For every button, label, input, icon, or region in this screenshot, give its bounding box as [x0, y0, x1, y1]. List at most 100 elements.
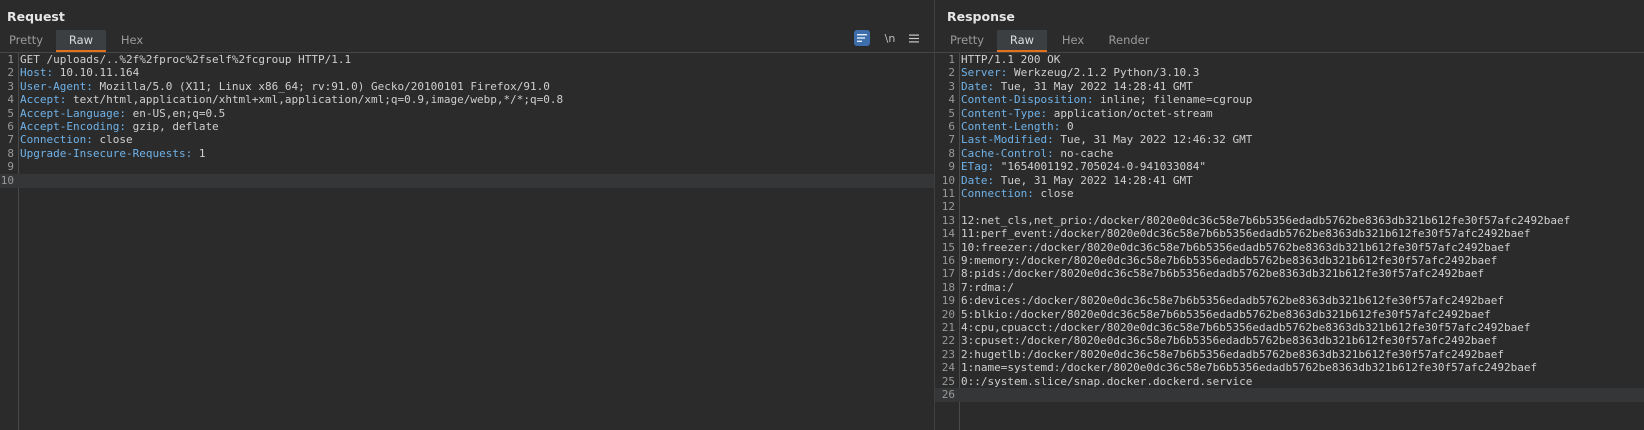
line-text: 12:net_cls,net_prio:/docker/8020e0dc36c5… — [961, 213, 1571, 227]
response-line[interactable]: 20 5:blkio:/docker/8020e0dc36c58e7b6b5356… — [935, 308, 1644, 322]
request-line[interactable]: 3 User-Agent: Mozilla/5.0 (X11; Linux x86… — [0, 80, 934, 94]
header-name: Last-Modified — [961, 133, 1048, 147]
line-text: 7:rdma:/ — [961, 280, 1014, 294]
line-text: 8:pids:/docker/8020e0dc36c58e7b6b5356eda… — [961, 267, 1485, 281]
line-text: 4:cpu,cpuacct:/docker/8020e0dc36c58e7b6b… — [961, 321, 1531, 334]
request-line[interactable]: 7 Connection: close — [0, 133, 934, 147]
line-text: 11:perf_event:/docker/8020e0dc36c58e7b6b… — [961, 227, 1531, 241]
line-text: ETag: "1654001192.705024-0-941033084" — [961, 160, 1206, 174]
wrap-lines-icon[interactable] — [854, 30, 870, 46]
line-number: 1 — [7, 53, 14, 66]
show-newlines-button[interactable]: \n — [880, 30, 900, 46]
response-title: Response — [947, 9, 1015, 24]
response-line[interactable]: 2 Server: Werkzeug/2.1.2 Python/3.10.3 — [935, 66, 1644, 80]
header-colon: : — [86, 79, 93, 93]
response-line[interactable]: 16 9:memory:/docker/8020e0dc36c58e7b6b535… — [935, 254, 1644, 268]
response-line[interactable]: 12 — [935, 200, 1644, 214]
line-text: HTTP/1.1 200 OK — [961, 53, 1061, 66]
response-line[interactable]: 22 3:cpuset:/docker/8020e0dc36c58e7b6b535… — [935, 334, 1644, 348]
header-value: Mozilla/5.0 (X11; Linux x86_64; rv:91.0)… — [92, 79, 550, 93]
header-colon: : — [1047, 146, 1054, 160]
line-text: 9:memory:/docker/8020e0dc36c58e7b6b5356e… — [961, 254, 1498, 267]
header-value: Tue, 31 May 2022 14:28:41 GMT — [994, 79, 1193, 93]
request-tab-hex[interactable]: Hex — [110, 30, 154, 52]
response-tab-render[interactable]: Render — [1099, 30, 1159, 52]
line-number: 26 — [941, 388, 955, 401]
header-value: no-cache — [1053, 146, 1114, 160]
request-line[interactable]: 6 Accept-Encoding: gzip, deflate — [0, 120, 934, 134]
header-name: Connection — [961, 187, 1028, 200]
response-line[interactable]: 17 8:pids:/docker/8020e0dc36c58e7b6b5356e… — [935, 267, 1644, 281]
response-tab-pretty[interactable]: Pretty — [943, 30, 991, 52]
line-text: Content-Disposition: inline; filename=cg… — [961, 93, 1252, 107]
response-line[interactable]: 8 Cache-Control: no-cache — [935, 147, 1644, 161]
response-line[interactable]: 4 Content-Disposition: inline; filename=c… — [935, 93, 1644, 107]
response-line[interactable]: 10 Date: Tue, 31 May 2022 14:28:41 GMT — [935, 174, 1644, 188]
response-line[interactable]: 24 1:name=systemd:/docker/8020e0dc36c58e7… — [935, 361, 1644, 375]
line-text: Accept: text/html,application/xhtml+xml,… — [20, 93, 563, 107]
request-tab-raw[interactable]: Raw — [56, 30, 106, 52]
line-text: 10:freezer:/docker/8020e0dc36c58e7b6b535… — [961, 240, 1511, 254]
header-name: User-Agent — [20, 79, 87, 93]
response-tab-raw[interactable]: Raw — [997, 30, 1047, 52]
header-value: "1654001192.705024-0-941033084" — [994, 160, 1207, 174]
line-number: 9 — [948, 160, 955, 174]
request-line[interactable]: 9 — [0, 160, 934, 174]
line-text: Cache-Control: no-cache — [961, 147, 1113, 161]
header-value: gzip, deflate — [125, 120, 219, 133]
response-line[interactable]: 26 — [935, 388, 1644, 402]
line-number: 23 — [941, 347, 955, 361]
header-colon: : — [1027, 187, 1034, 200]
response-line[interactable]: 5 Content-Type: application/octet-stream — [935, 107, 1644, 121]
header-name: Date — [961, 173, 988, 187]
header-value: close — [92, 133, 133, 147]
request-line[interactable]: 4 Accept: text/html,application/xhtml+xml… — [0, 93, 934, 107]
header-value: application/octet-stream — [1047, 106, 1213, 120]
request-line[interactable]: 10 — [0, 173, 934, 188]
request-line[interactable]: 5 Accept-Language: en-US,en;q=0.5 — [0, 107, 934, 121]
response-line[interactable]: 18 7:rdma:/ — [935, 281, 1644, 295]
hamburger-menu-icon-svg — [909, 34, 919, 42]
request-line[interactable]: 2 Host: 10.10.11.164 — [0, 66, 934, 80]
response-line[interactable]: 7 Last-Modified: Tue, 31 May 2022 12:46:3… — [935, 133, 1644, 147]
line-text: 1:name=systemd:/docker/8020e0dc36c58e7b6… — [961, 361, 1538, 375]
response-line[interactable]: 19 6:devices:/docker/8020e0dc36c58e7b6b53… — [935, 294, 1644, 308]
response-line[interactable]: 21 4:cpu,cpuacct:/docker/8020e0dc36c58e7b… — [935, 321, 1644, 335]
request-editor[interactable]: 1 GET /uploads/..%2f%2fproc%2fself%2fcgro… — [0, 53, 934, 430]
request-line[interactable]: 1 GET /uploads/..%2f%2fproc%2fself%2fcgro… — [0, 53, 934, 67]
response-line[interactable]: 15 10:freezer:/docker/8020e0dc36c58e7b6b5… — [935, 241, 1644, 255]
line-number: 2 — [7, 66, 14, 80]
response-line[interactable]: 13 12:net_cls,net_prio:/docker/8020e0dc36… — [935, 214, 1644, 228]
line-text: 0::/system.slice/snap.docker.dockerd.ser… — [961, 374, 1253, 388]
header-name: Accept — [20, 93, 60, 107]
response-line[interactable]: 9 ETag: "1654001192.705024-0-941033084" — [935, 160, 1644, 174]
response-line[interactable]: 23 2:hugetlb:/docker/8020e0dc36c58e7b6b53… — [935, 348, 1644, 362]
header-value: Werkzeug/2.1.2 Python/3.10.3 — [1007, 66, 1200, 80]
line-number: 14 — [941, 227, 955, 241]
request-pane: Request Pretty Raw Hex \n 1 GET /uploads… — [0, 0, 935, 430]
request-tab-pretty[interactable]: Pretty — [2, 30, 50, 52]
response-line[interactable]: 1 HTTP/1.1 200 OK — [935, 53, 1644, 67]
hamburger-menu-icon[interactable] — [906, 30, 922, 46]
header-colon: : — [119, 106, 126, 120]
header-colon: : — [119, 120, 126, 133]
line-number: 19 — [941, 294, 955, 308]
line-number: 25 — [941, 374, 955, 388]
header-name: Content-Type — [961, 106, 1041, 120]
response-editor[interactable]: 1 HTTP/1.1 200 OK 2 Server: Werkzeug/2.1.2 … — [935, 53, 1644, 430]
header-value: close — [1033, 187, 1074, 200]
response-line[interactable]: 6 Content-Length: 0 — [935, 120, 1644, 134]
response-line[interactable]: 11 Connection: close — [935, 187, 1644, 201]
line-text: Accept-Encoding: gzip, deflate — [20, 120, 219, 134]
line-number: 4 — [948, 93, 955, 107]
line-text: Upgrade-Insecure-Requests: 1 — [20, 147, 205, 161]
response-tab-hex[interactable]: Hex — [1051, 30, 1095, 52]
response-line[interactable]: 25 0::/system.slice/snap.docker.dockerd.s… — [935, 375, 1644, 389]
line-number: 2 — [948, 66, 955, 80]
line-number: 1 — [948, 53, 955, 66]
response-line[interactable]: 3 Date: Tue, 31 May 2022 14:28:41 GMT — [935, 80, 1644, 94]
response-line[interactable]: 14 11:perf_event:/docker/8020e0dc36c58e7b… — [935, 227, 1644, 241]
request-line[interactable]: 8 Upgrade-Insecure-Requests: 1 — [0, 147, 934, 161]
header-name: Content-Length — [961, 120, 1054, 133]
line-text: Content-Length: 0 — [961, 120, 1074, 134]
